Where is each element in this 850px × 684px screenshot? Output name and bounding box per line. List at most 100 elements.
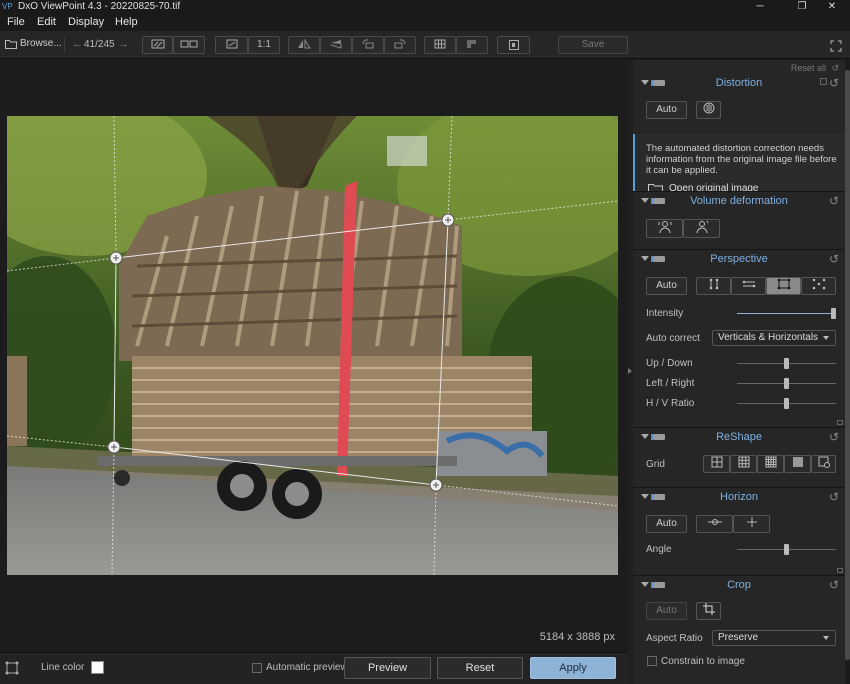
volume-header[interactable]: Volume deformation ↺ — [633, 192, 845, 212]
horizon-vertical-button[interactable] — [733, 515, 770, 533]
collapse-triangle-icon[interactable] — [641, 582, 649, 587]
section-toggle-icon[interactable] — [651, 80, 665, 86]
menu-display[interactable]: Display — [68, 16, 104, 28]
aspect-ratio-select[interactable]: Preserve — [712, 630, 836, 646]
section-toggle-icon[interactable] — [651, 582, 665, 588]
grid-4x4-button[interactable] — [757, 455, 784, 473]
perspective-header[interactable]: Perspective ↺ — [633, 250, 845, 270]
fullscreen-icon[interactable] — [830, 40, 842, 52]
volume-cylindrical-button[interactable] — [646, 219, 683, 238]
up-down-slider[interactable] — [737, 358, 836, 369]
distortion-reset-icon[interactable]: ↺ — [829, 76, 839, 90]
grid-dense-button[interactable] — [784, 455, 811, 473]
flip-horizontal-button[interactable] — [288, 36, 320, 54]
perspective-reset-icon[interactable]: ↺ — [829, 252, 839, 266]
reshape-header[interactable]: ReShape ↺ — [633, 428, 845, 448]
collapse-triangle-icon[interactable] — [641, 80, 649, 85]
perspective-rectangle-button[interactable] — [766, 277, 801, 295]
crop-tool-button[interactable] — [696, 602, 721, 620]
vertical-level-icon — [746, 517, 757, 527]
perspective-auto-button[interactable]: Auto — [646, 277, 687, 295]
perspective-handle-top-right[interactable] — [441, 213, 455, 227]
automatic-preview-checkbox[interactable] — [252, 663, 262, 673]
compare-before-button[interactable] — [142, 36, 173, 54]
volume-reset-icon[interactable]: ↺ — [829, 194, 839, 208]
guides-button[interactable] — [456, 36, 488, 54]
distortion-auto-button[interactable]: Auto — [646, 101, 687, 119]
image-viewer[interactable]: 5184 x 3888 px — [0, 60, 627, 652]
zoom-100-button[interactable]: 1:1 — [248, 36, 280, 54]
angle-slider[interactable] — [737, 544, 836, 555]
collapse-triangle-icon[interactable] — [641, 256, 649, 261]
minimize-button[interactable]: ─ — [742, 0, 778, 14]
section-toggle-icon[interactable] — [651, 256, 665, 262]
intensity-slider[interactable] — [737, 308, 836, 319]
rotate-right-button[interactable] — [384, 36, 416, 54]
apply-button[interactable]: Apply — [530, 657, 616, 679]
auto-correct-select[interactable]: Verticals & Horizontals — [712, 330, 836, 346]
menu-help[interactable]: Help — [115, 16, 138, 28]
horizon-level-button[interactable] — [696, 515, 733, 533]
hv-ratio-slider[interactable] — [737, 398, 836, 409]
intensity-slider-knob[interactable] — [831, 308, 836, 319]
title-bar: VP DxO ViewPoint 4.3 - 20220825-70.tif ─… — [0, 0, 850, 14]
collapse-triangle-icon[interactable] — [641, 198, 649, 203]
perspective-handle-top-left[interactable] — [109, 251, 123, 265]
horizon-reset-icon[interactable]: ↺ — [829, 490, 839, 504]
constrain-to-image-checkbox[interactable] — [647, 656, 657, 666]
grid-custom-button[interactable] — [811, 455, 836, 473]
histogram-button[interactable] — [497, 36, 530, 54]
angle-slider-knob[interactable] — [784, 544, 789, 555]
reset-all-link[interactable]: Reset all ↺ — [791, 63, 839, 74]
up-down-slider-knob[interactable] — [784, 358, 789, 369]
perspective-handle-bottom-left[interactable] — [107, 440, 121, 454]
reset-button[interactable]: Reset — [437, 657, 523, 679]
crop-header[interactable]: Crop ↺ — [633, 576, 845, 596]
previous-image-icon[interactable]: ← — [72, 38, 83, 50]
reshape-reset-icon[interactable]: ↺ — [829, 430, 839, 444]
section-toggle-icon[interactable] — [651, 198, 665, 204]
expand-section-icon[interactable] — [837, 420, 843, 425]
preview-button[interactable]: Preview — [344, 657, 431, 679]
expand-section-icon[interactable] — [837, 568, 843, 573]
left-right-slider[interactable] — [737, 378, 836, 389]
flip-horizontal-icon — [298, 39, 311, 49]
horizon-auto-button[interactable]: Auto — [646, 515, 687, 533]
grid-3x3-button[interactable] — [730, 455, 757, 473]
distortion-menu-icon[interactable] — [820, 78, 827, 85]
volume-spherical-button[interactable] — [683, 219, 720, 238]
menu-file[interactable]: File — [7, 16, 25, 28]
distortion-header[interactable]: Distortion ↺ — [633, 74, 845, 94]
crop-auto-button[interactable]: Auto — [646, 602, 687, 620]
next-image-icon[interactable]: → — [118, 38, 129, 50]
toolbar: Browse... ← 41/245 → 1:1 Save — [0, 31, 850, 59]
collapse-triangle-icon[interactable] — [641, 434, 649, 439]
menu-edit[interactable]: Edit — [37, 16, 56, 28]
section-toggle-icon[interactable] — [651, 434, 665, 440]
left-right-slider-knob[interactable] — [784, 378, 789, 389]
scrollbar-thumb[interactable] — [845, 70, 850, 660]
perspective-handle-bottom-right[interactable] — [429, 478, 443, 492]
line-color-swatch[interactable] — [91, 661, 104, 674]
perspective-vertical-button[interactable] — [696, 277, 731, 295]
split-view-button[interactable] — [173, 36, 205, 54]
perspective-eight-point-button[interactable] — [801, 277, 836, 295]
aspect-ratio-value: Preserve — [718, 632, 759, 643]
flip-vertical-button[interactable] — [320, 36, 352, 54]
distortion-lens-button[interactable] — [696, 101, 721, 119]
hv-ratio-slider-knob[interactable] — [784, 398, 789, 409]
browse-button[interactable]: Browse... — [5, 38, 62, 52]
grid-overlay-button[interactable] — [424, 36, 456, 54]
section-toggle-icon[interactable] — [651, 494, 665, 500]
perspective-tool-icon[interactable] — [5, 661, 19, 675]
close-button[interactable]: ✕ — [814, 0, 850, 14]
panel-scrollbar[interactable] — [845, 60, 850, 684]
horizon-header[interactable]: Horizon ↺ — [633, 488, 845, 508]
save-button[interactable]: Save — [558, 36, 628, 54]
grid-2x2-button[interactable] — [703, 455, 730, 473]
rotate-left-button[interactable] — [352, 36, 384, 54]
perspective-horizontal-button[interactable] — [731, 277, 766, 295]
fit-screen-button[interactable] — [215, 36, 248, 54]
collapse-triangle-icon[interactable] — [641, 494, 649, 499]
crop-reset-icon[interactable]: ↺ — [829, 578, 839, 592]
